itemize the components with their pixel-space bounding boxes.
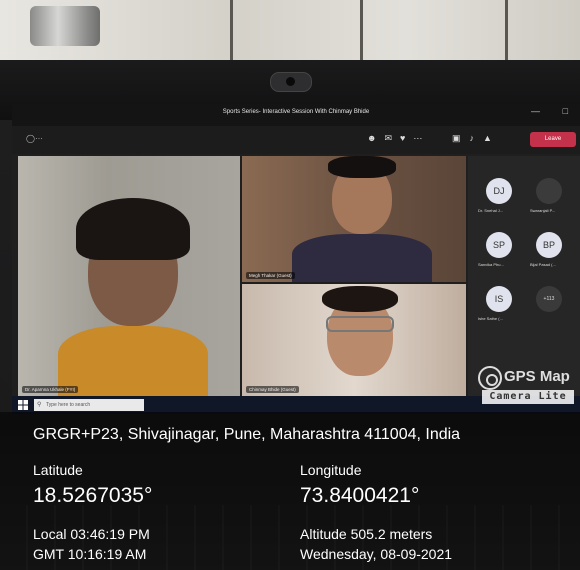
gps-address: GRGR+P23, Shivajinagar, Pune, Maharashtr… [33,426,461,443]
people-chat-react-icons[interactable]: ☻✉♥⋯ [367,133,430,144]
taskbar-search-input[interactable]: Type here to search [34,399,144,411]
search-icon: ⚲ [37,402,42,408]
avatar-name: Bijal Pasad (... [530,262,556,267]
local-time: Local 03:46:19 PM [33,526,150,542]
cabinet-edge [505,0,508,60]
webcam-icon [270,72,312,92]
maximize-icon[interactable]: □ [563,106,568,116]
video-tile-main: Dr. Aparnna Ukhale (FYI) [18,156,240,396]
steel-cup [30,6,100,46]
avatar[interactable] [536,178,562,204]
watermark-title: GPS Map [504,368,570,385]
wall-background [0,0,580,60]
avatar-name: Ishe Sathe (... [478,316,503,321]
minimize-icon[interactable]: — [531,106,540,116]
participant-hair [76,198,190,260]
tile-label: Chinmay Bhide (Guest) [246,386,299,393]
gps-map-camera-watermark: GPS Map Camera Lite [478,366,576,406]
camera-lens-icon [478,366,502,390]
avatar-name: Sanvika Phu... [478,262,504,267]
avatar[interactable]: DJ [486,178,512,204]
participant-hair [328,156,396,178]
more-participants-bubble[interactable]: +113 [536,286,562,312]
leave-button[interactable]: Leave [530,132,576,147]
photo: Sports Series- Interactive Session With … [0,0,580,570]
participant-clothes [292,234,432,282]
video-tile-bottom-right: Chinmay Bhide (Guest) [242,284,466,396]
avatar[interactable]: IS [486,286,512,312]
avatar-name: Dr. Snehal J... [478,208,504,213]
avatar[interactable]: BP [536,232,562,258]
longitude-value: 73.8400421° [300,484,420,507]
window-title: Sports Series- Interactive Session With … [222,109,370,115]
video-tile-top-right: Megh Thakar (Guest) [242,156,466,282]
meeting-toolbar: ◯··· ☻✉♥⋯ ▣♪▲ Leave [12,126,580,154]
avatar[interactable]: SP [486,232,512,258]
window-titlebar: Sports Series- Interactive Session With … [12,104,580,126]
tile-label: Megh Thakar (Guest) [246,272,295,279]
latitude-value: 18.5267035° [33,484,153,507]
windows-start-icon[interactable] [18,400,28,410]
cabinet-edge [230,0,233,60]
avatar-name: Swaranjali P... [530,208,556,213]
cabinet-edge [360,0,363,60]
latitude-label: Latitude [33,462,83,478]
watermark-subtitle: Camera Lite [482,390,574,404]
gmt-time: GMT 10:16:19 AM [33,546,147,562]
longitude-label: Longitude [300,462,362,478]
eyeglasses [326,316,394,332]
tile-label: Dr. Aparnna Ukhale (FYI) [22,386,79,393]
camera-mic-share-icons[interactable]: ▣♪▲ [452,133,501,144]
altitude: Altitude 505.2 meters [300,526,433,542]
date: Wednesday, 08-09-2021 [300,546,453,562]
participant-hair [322,286,398,312]
participant-clothes [58,326,208,396]
meeting-timer-icon: ◯··· [26,134,43,143]
